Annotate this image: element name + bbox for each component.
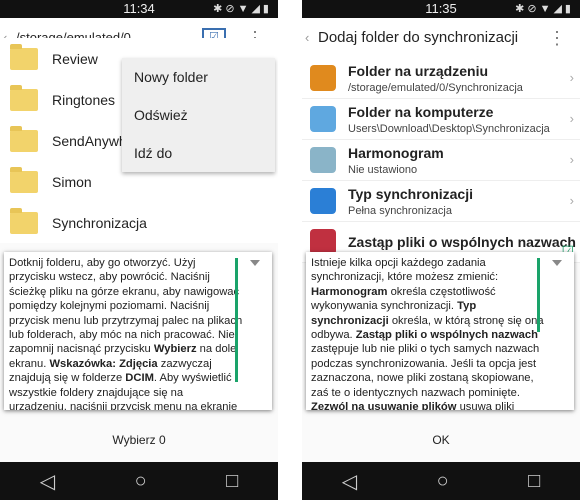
collapse-icon[interactable]: [250, 260, 260, 266]
folder-icon: [10, 43, 38, 70]
setting-row[interactable]: Folder na urządzeniu/storage/emulated/0/…: [302, 58, 580, 99]
folder-icon: [10, 207, 38, 234]
sync-arrows-icon: [310, 188, 336, 214]
folder-name: Synchronizacja: [52, 214, 147, 231]
back-nav-icon[interactable]: ◁: [40, 469, 55, 494]
app-bar: ‹ Dodaj folder do synchronizacji ⋮: [302, 18, 580, 58]
folder-icon: [10, 166, 38, 193]
help-text: Istnieje kilka opcji każdego zadania syn…: [311, 257, 544, 410]
setting-value: /storage/emulated/0/Synchronizacja: [348, 81, 523, 94]
schedule-icon: [310, 147, 336, 173]
ok-button[interactable]: OK: [302, 420, 580, 460]
folder-name: Simon: [52, 173, 92, 190]
status-icons: ✱⊘▼◢▮: [515, 3, 574, 15]
back-icon[interactable]: ‹: [305, 18, 309, 58]
help-text: Dotknij folderu, aby go otworzyć. Użyj p…: [9, 257, 243, 410]
menu-item-refresh[interactable]: Odśwież: [122, 96, 275, 134]
right-screen: 11:35 ✱⊘▼◢▮ ‹ Dodaj folder do synchroniza…: [302, 0, 580, 500]
setting-row[interactable]: Folder na komputerze Users\Download\Deskt…: [302, 99, 580, 140]
setting-row[interactable]: Harmonogram Nie ustawiono ›: [302, 140, 580, 181]
setting-value: Pełna synchronizacja: [348, 204, 452, 217]
recents-icon[interactable]: □: [528, 470, 540, 493]
page-title: Dodaj folder do synchronizacji: [318, 29, 519, 46]
chevron-right-icon: ›: [569, 193, 574, 208]
chevron-right-icon: ›: [569, 152, 574, 167]
status-icons: ✱⊘▼◢▮: [213, 3, 272, 15]
chevron-right-icon: ›: [569, 111, 574, 126]
help-tooltip: Dotknij folderu, aby go otworzyć. Użyj p…: [4, 252, 272, 410]
setting-value: Users\Download\Desktop\Synchronizacja: [348, 122, 550, 135]
pda-icon: [310, 65, 336, 91]
folder-icon: [10, 125, 38, 152]
menu-item-new-folder[interactable]: Nowy folder: [122, 58, 275, 96]
nav-bar: ◁ ○ □: [0, 462, 278, 500]
setting-title: Folder na komputerze: [348, 103, 494, 120]
computer-icon: [310, 106, 336, 132]
status-bar: 11:35 ✱⊘▼◢▮: [302, 0, 580, 18]
scrollbar[interactable]: [537, 258, 540, 332]
folder-name: Ringtones: [52, 91, 116, 108]
setting-title: Folder na urządzeniu: [348, 62, 489, 79]
clock: 11:35: [425, 1, 457, 16]
clock: 11:34: [123, 1, 155, 16]
status-bar: 11:34 ✱⊘▼◢▮: [0, 0, 278, 18]
home-icon[interactable]: ○: [437, 470, 449, 493]
help-tooltip: Istnieje kilka opcji każdego zadania syn…: [306, 252, 574, 410]
folder-icon: [10, 84, 38, 111]
select-button[interactable]: Wybierz 0: [0, 420, 278, 460]
setting-row[interactable]: Typ synchronizacji Pełna synchronizacja ›: [302, 181, 580, 222]
left-screen: 11:34✱⊘▼◢▮ ‹ /storage/emulated/0 ◢ ☑ ⋮ R…: [0, 0, 278, 500]
chevron-right-icon: ›: [569, 70, 574, 85]
back-nav-icon[interactable]: ◁: [342, 469, 357, 494]
setting-title: Typ synchronizacji: [348, 185, 473, 202]
nav-bar: ◁ ○ □: [302, 462, 580, 500]
recents-icon[interactable]: □: [226, 470, 238, 493]
setting-title: Harmonogram: [348, 144, 444, 161]
setting-value: Nie ustawiono: [348, 163, 418, 176]
folder-row[interactable]: Synchronizacja: [0, 202, 278, 243]
home-icon[interactable]: ○: [135, 470, 147, 493]
settings-list: Folder na urządzeniu/storage/emulated/0/…: [302, 58, 580, 263]
overflow-menu: Nowy folder Odśwież Idź do: [122, 58, 275, 172]
folder-name: Review: [52, 50, 98, 67]
menu-item-go-to[interactable]: Idź do: [122, 134, 275, 172]
scrollbar[interactable]: [235, 258, 238, 382]
collapse-icon[interactable]: [552, 260, 562, 266]
setting-title: Zastąp pliki o wspólnych nazwach: [348, 234, 576, 250]
more-icon[interactable]: ⋮: [548, 18, 566, 58]
